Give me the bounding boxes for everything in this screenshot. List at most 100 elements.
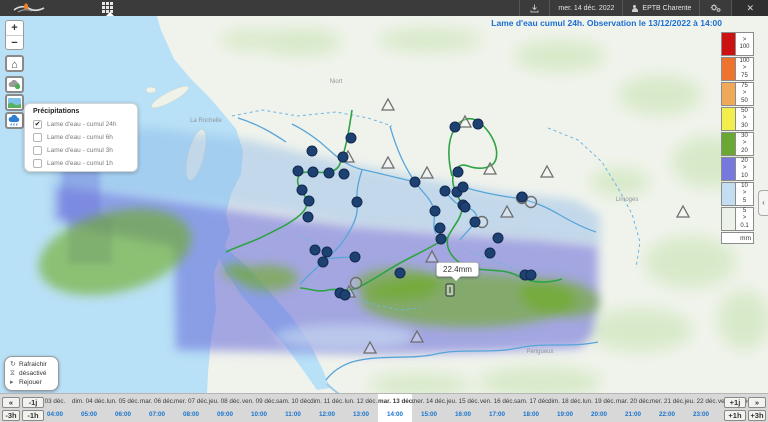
station-dot[interactable]: [453, 167, 463, 177]
station-dot[interactable]: [304, 196, 314, 206]
inactive-station-circle[interactable]: [351, 278, 362, 289]
station-dot[interactable]: [318, 257, 328, 267]
timeline-cell[interactable]: mar. 06 déc.07:00: [140, 394, 174, 422]
timeline-cell[interactable]: jeu. 08 déc.09:00: [208, 394, 242, 422]
timeline-cell[interactable]: sam. 10 déc.11:00: [276, 394, 310, 422]
radar-image-layer-button[interactable]: [5, 94, 24, 111]
panel-collapse-handle[interactable]: ‹: [758, 190, 768, 216]
refresh-panel-item[interactable]: ▸Rejouer: [10, 378, 58, 387]
timeline-cell[interactable]: ven. 09 déc.10:00: [242, 394, 276, 422]
timeline-cell[interactable]: dim. 11 déc.12:00: [310, 394, 344, 422]
legend-swatch: [721, 57, 736, 81]
timeline-cell[interactable]: lun. 05 déc.06:00: [106, 394, 140, 422]
station-dot[interactable]: [310, 245, 320, 255]
station-dot[interactable]: [395, 268, 405, 278]
close-button[interactable]: ✕: [731, 0, 768, 16]
station-dot[interactable]: [450, 122, 460, 132]
user-menu[interactable]: EPTB Charente: [622, 0, 699, 16]
timeline-time: 23:00: [684, 408, 718, 422]
timeline-cell[interactable]: jeu. 22 déc.23:00: [684, 394, 718, 422]
timeline-cell[interactable]: lun. 12 déc.13:00: [344, 394, 378, 422]
station-dot[interactable]: [303, 212, 313, 222]
stations-layer-button[interactable]: [5, 76, 24, 93]
station-dot[interactable]: [436, 234, 446, 244]
landscape-icon: [8, 98, 21, 108]
station-dot[interactable]: [346, 133, 356, 143]
download-icon: [530, 4, 539, 13]
checkbox-unchecked[interactable]: [33, 159, 42, 168]
legend-swatch: [721, 182, 736, 206]
checkbox-checked[interactable]: ✔: [33, 120, 42, 129]
timeline-prev-3h-button[interactable]: -3h: [2, 410, 20, 421]
station-dot[interactable]: [430, 206, 440, 216]
refresh-panel-item[interactable]: ↻Rafraichir: [10, 360, 58, 369]
timeline-prev-day-button[interactable]: -1j: [22, 397, 44, 408]
timeline-time: 18:00: [514, 408, 548, 422]
precip-option[interactable]: ✔Lame d'eau - cumul 24h: [33, 118, 137, 131]
map-canvas[interactable]: Lame d'eau cumul 24h. Observation le 13/…: [0, 0, 768, 394]
timeline-next-3h-button[interactable]: +3h: [748, 410, 766, 421]
timeline-cell[interactable]: mer. 21 déc.22:00: [650, 394, 684, 422]
download-button[interactable]: [519, 0, 549, 16]
timeline-next-day-button[interactable]: +1j: [724, 397, 746, 408]
application-window: Lame d'eau cumul 24h. Observation le 13/…: [0, 0, 768, 422]
rain-layer-button[interactable]: [5, 112, 24, 129]
timeline-cell[interactable]: jeu. 15 déc.16:00: [446, 394, 480, 422]
station-dot[interactable]: [410, 177, 420, 187]
precip-option[interactable]: Lame d'eau - cumul 1h: [33, 157, 137, 170]
station-dot[interactable]: [473, 119, 483, 129]
station-dot[interactable]: [458, 182, 468, 192]
station-dot[interactable]: [460, 202, 470, 212]
timeline-cell[interactable]: dim. 18 déc.19:00: [548, 394, 582, 422]
station-dot[interactable]: [324, 168, 334, 178]
station-dot[interactable]: [307, 146, 317, 156]
zoom-out-button[interactable]: −: [6, 36, 23, 51]
refresh-panel-item[interactable]: ⧖désactivé: [10, 369, 58, 378]
station-dot[interactable]: [339, 169, 349, 179]
timeline-cell[interactable]: ven. 16 déc.17:00: [480, 394, 514, 422]
legend-swatch: [721, 207, 736, 231]
precip-option[interactable]: Lame d'eau - cumul 6h: [33, 131, 137, 144]
station-dot[interactable]: [517, 192, 527, 202]
timeline-first-button[interactable]: «: [2, 397, 20, 408]
home-button[interactable]: ⌂: [5, 55, 24, 72]
timeline-cell[interactable]: mar. 20 déc.21:00: [616, 394, 650, 422]
timeline-next-1h-button[interactable]: +1h: [724, 410, 746, 421]
station-dot[interactable]: [526, 270, 536, 280]
legend-range: 20>10: [736, 157, 754, 181]
timeline-cell[interactable]: lun. 19 déc.20:00: [582, 394, 616, 422]
station-dot[interactable]: [352, 197, 362, 207]
timeline-cell[interactable]: mer. 07 déc.08:00: [174, 394, 208, 422]
station-dot[interactable]: [350, 252, 360, 262]
settings-button[interactable]: [699, 0, 731, 16]
station-dot[interactable]: [470, 217, 480, 227]
timeline-cell-selected[interactable]: mar. 13 déc.14:00: [378, 394, 412, 422]
timeline-last-button[interactable]: »: [748, 397, 766, 408]
station-dot[interactable]: [297, 185, 307, 195]
timeline-cell[interactable]: dim. 04 déc.05:00: [72, 394, 106, 422]
legend-range: 100>75: [736, 57, 754, 81]
legend-row: 30>20: [721, 132, 754, 156]
legend-swatch: [721, 132, 736, 156]
station-dot[interactable]: [293, 166, 303, 176]
zoom-in-button[interactable]: +: [6, 21, 23, 36]
station-dot[interactable]: [435, 223, 445, 233]
checkbox-unchecked[interactable]: [33, 133, 42, 142]
station-dot[interactable]: [493, 233, 503, 243]
station-dot[interactable]: [340, 290, 350, 300]
station-dot[interactable]: [308, 167, 318, 177]
timeline-cell[interactable]: mer. 14 déc.15:00: [412, 394, 446, 422]
precip-option[interactable]: Lame d'eau - cumul 3h: [33, 144, 137, 157]
station-dot[interactable]: [440, 186, 450, 196]
timeline-cell[interactable]: sam. 17 déc.18:00: [514, 394, 548, 422]
checkbox-unchecked[interactable]: [33, 146, 42, 155]
station-dot[interactable]: [485, 248, 495, 258]
timeline-prev-1h-button[interactable]: -1h: [22, 410, 44, 421]
top-bar: mer. 14 déc. 2022 EPTB Charente ✕: [0, 0, 768, 16]
current-date[interactable]: mer. 14 déc. 2022: [549, 0, 622, 16]
timeline-date: jeu. 15 déc.: [446, 394, 480, 408]
cloud-stations-icon: [8, 79, 21, 90]
station-dot[interactable]: [322, 247, 332, 257]
legend-range: 75>50: [736, 82, 754, 106]
station-dot[interactable]: [338, 152, 348, 162]
